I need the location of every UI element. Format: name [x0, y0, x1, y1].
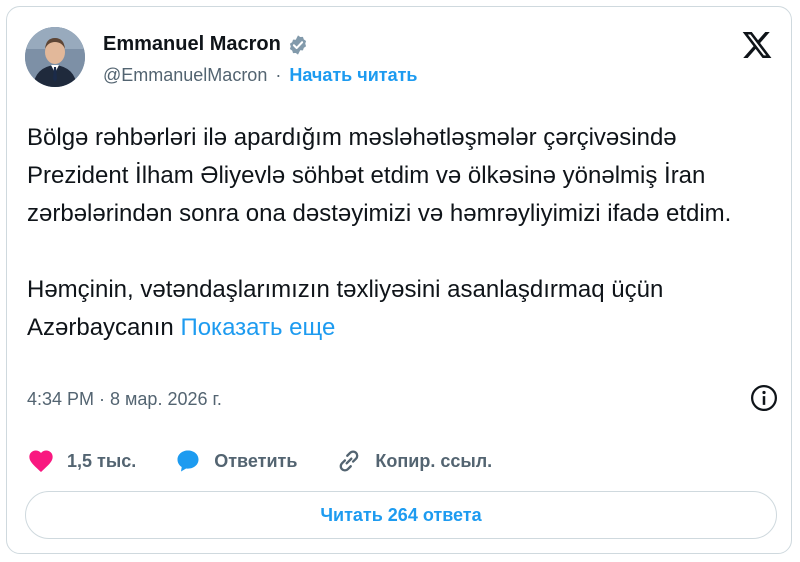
author-name-row: Emmanuel Macron — [103, 33, 309, 56]
read-replies-button[interactable]: Читать 264 ответа — [25, 491, 777, 539]
tweet-timestamp[interactable]: 4:34 PM · 8 мар. 2026 г. — [27, 389, 222, 410]
show-more-link[interactable]: Показать еще — [180, 314, 335, 341]
tweet-text: Bölgə rəhbərləri ilə apardığım məsləhətl… — [27, 119, 767, 347]
avatar-portrait-icon — [25, 27, 85, 87]
copy-link-label: Копир. ссыл. — [375, 450, 493, 471]
tweet-paragraph-2: Həmçinin, vətəndaşlarımızın təxliyəsini … — [27, 271, 767, 347]
author-name[interactable]: Emmanuel Macron — [103, 33, 281, 56]
like-count: 1,5 тыс. — [67, 450, 137, 471]
heart-icon — [29, 450, 53, 472]
reply-bubble-icon — [177, 450, 199, 472]
author-handle[interactable]: @EmmanuelMacron — [103, 65, 267, 86]
copy-link-button[interactable]: Копир. ссыл. — [335, 447, 492, 475]
link-icon — [340, 450, 359, 472]
avatar[interactable] — [25, 27, 85, 87]
action-bar: 1,5 тыс. Ответить Копир. ссыл. — [27, 447, 530, 475]
verified-badge-icon — [289, 34, 306, 55]
x-logo-icon[interactable] — [741, 29, 773, 61]
separator-dot: · — [275, 65, 282, 85]
follow-button[interactable]: Начать читать — [289, 65, 417, 86]
read-replies-label: Читать 264 ответа — [320, 504, 482, 525]
tweet-paragraph-1: Bölgə rəhbərləri ilə apardığım məsləhətl… — [27, 124, 732, 227]
tweet-paragraph-2-text: Həmçinin, vətəndaşlarımızın təxliyəsini … — [27, 276, 664, 341]
reply-label: Ответить — [214, 450, 298, 471]
info-icon[interactable] — [749, 383, 779, 413]
like-button[interactable]: 1,5 тыс. — [27, 447, 136, 475]
author-handle-row: @EmmanuelMacron · Начать читать — [103, 65, 417, 86]
tweet-card: Emmanuel Macron @EmmanuelMacron · Начать… — [6, 6, 792, 554]
reply-button[interactable]: Ответить — [174, 447, 297, 475]
